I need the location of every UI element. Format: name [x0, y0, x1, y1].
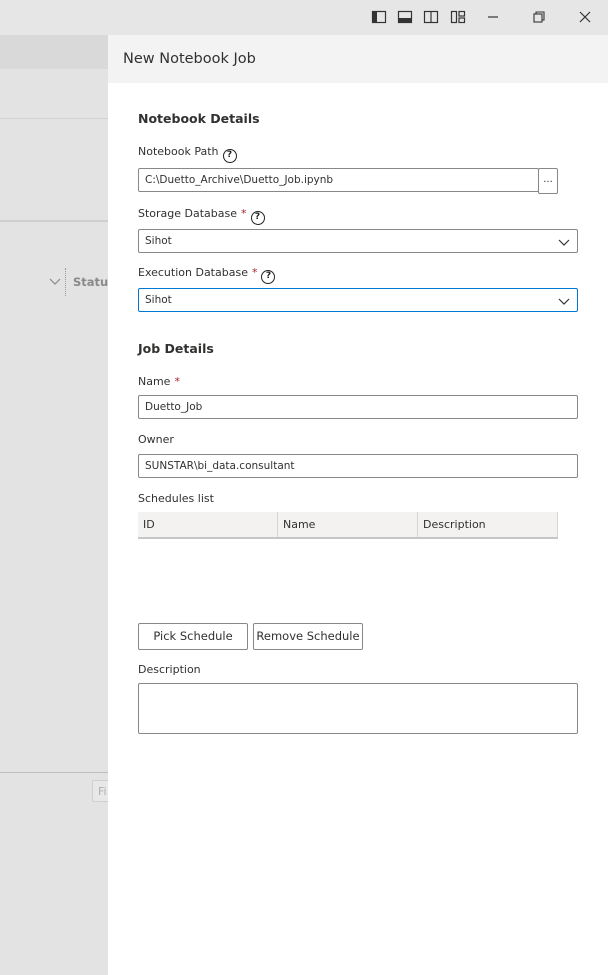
name-label-text: Name [138, 375, 171, 388]
browse-button[interactable]: ... [538, 168, 558, 194]
storage-database-select[interactable]: Sihot [138, 229, 578, 253]
column-separator [65, 268, 66, 296]
schedules-list-label: Schedules list [138, 492, 214, 505]
new-notebook-job-dialog: New Notebook Job Notebook Details Notebo… [108, 35, 608, 975]
help-icon[interactable]: ? [250, 210, 265, 225]
dialog-header: New Notebook Job [108, 35, 608, 83]
background-divider [0, 772, 108, 773]
column-header-description[interactable]: Description [418, 512, 558, 537]
description-textarea[interactable] [138, 683, 578, 734]
background-divider [0, 220, 108, 222]
background-pane [0, 35, 108, 975]
notebook-path-input[interactable]: C:\Duetto_Archive\Duetto_Job.ipynb [138, 168, 539, 192]
schedules-table: ID Name Description [138, 512, 558, 539]
background-toolbar [0, 35, 108, 69]
minimize-icon[interactable] [481, 6, 505, 28]
storage-database-value: Sihot [145, 235, 172, 247]
toggle-panel-icon[interactable] [393, 6, 417, 28]
toggle-secondary-sidebar-icon[interactable] [419, 6, 443, 28]
column-header-name[interactable]: Name [278, 512, 418, 537]
title-bar [0, 0, 608, 35]
required-marker: * [251, 266, 258, 279]
notebook-details-heading: Notebook Details [138, 111, 260, 126]
execution-database-label-text: Execution Database [138, 266, 248, 279]
storage-database-label: Storage Database *? [138, 207, 265, 225]
required-marker: * [241, 207, 247, 220]
storage-database-label-text: Storage Database [138, 207, 238, 220]
notebook-path-label: Notebook Path? [138, 145, 237, 163]
chevron-down-icon [558, 238, 570, 250]
dialog-title: New Notebook Job [123, 51, 256, 67]
owner-input[interactable]: SUNSTAR\bi_data.consultant [138, 454, 578, 478]
close-icon[interactable] [573, 6, 597, 28]
column-header-id[interactable]: ID [138, 512, 278, 537]
execution-database-label: Execution Database *? [138, 266, 276, 284]
name-label: Name * [138, 375, 180, 388]
name-input[interactable]: Duetto_Job [138, 395, 578, 419]
job-details-heading: Job Details [138, 341, 214, 356]
required-marker: * [174, 375, 180, 388]
remove-schedule-button[interactable]: Remove Schedule [253, 623, 363, 650]
restore-icon[interactable] [527, 6, 551, 28]
background-divider [0, 118, 108, 119]
help-icon[interactable]: ? [261, 269, 276, 284]
chevron-down-icon [49, 277, 61, 290]
owner-label: Owner [138, 433, 174, 446]
notebook-path-label-text: Notebook Path [138, 145, 219, 158]
execution-database-select[interactable]: Sihot [138, 288, 578, 312]
execution-database-value: Sihot [145, 294, 172, 306]
toggle-primary-sidebar-icon[interactable] [367, 6, 391, 28]
pick-schedule-button[interactable]: Pick Schedule [138, 623, 248, 650]
customize-layout-icon[interactable] [446, 6, 470, 28]
help-icon[interactable]: ? [222, 148, 237, 163]
chevron-down-icon [558, 297, 570, 309]
description-label: Description [138, 663, 201, 676]
